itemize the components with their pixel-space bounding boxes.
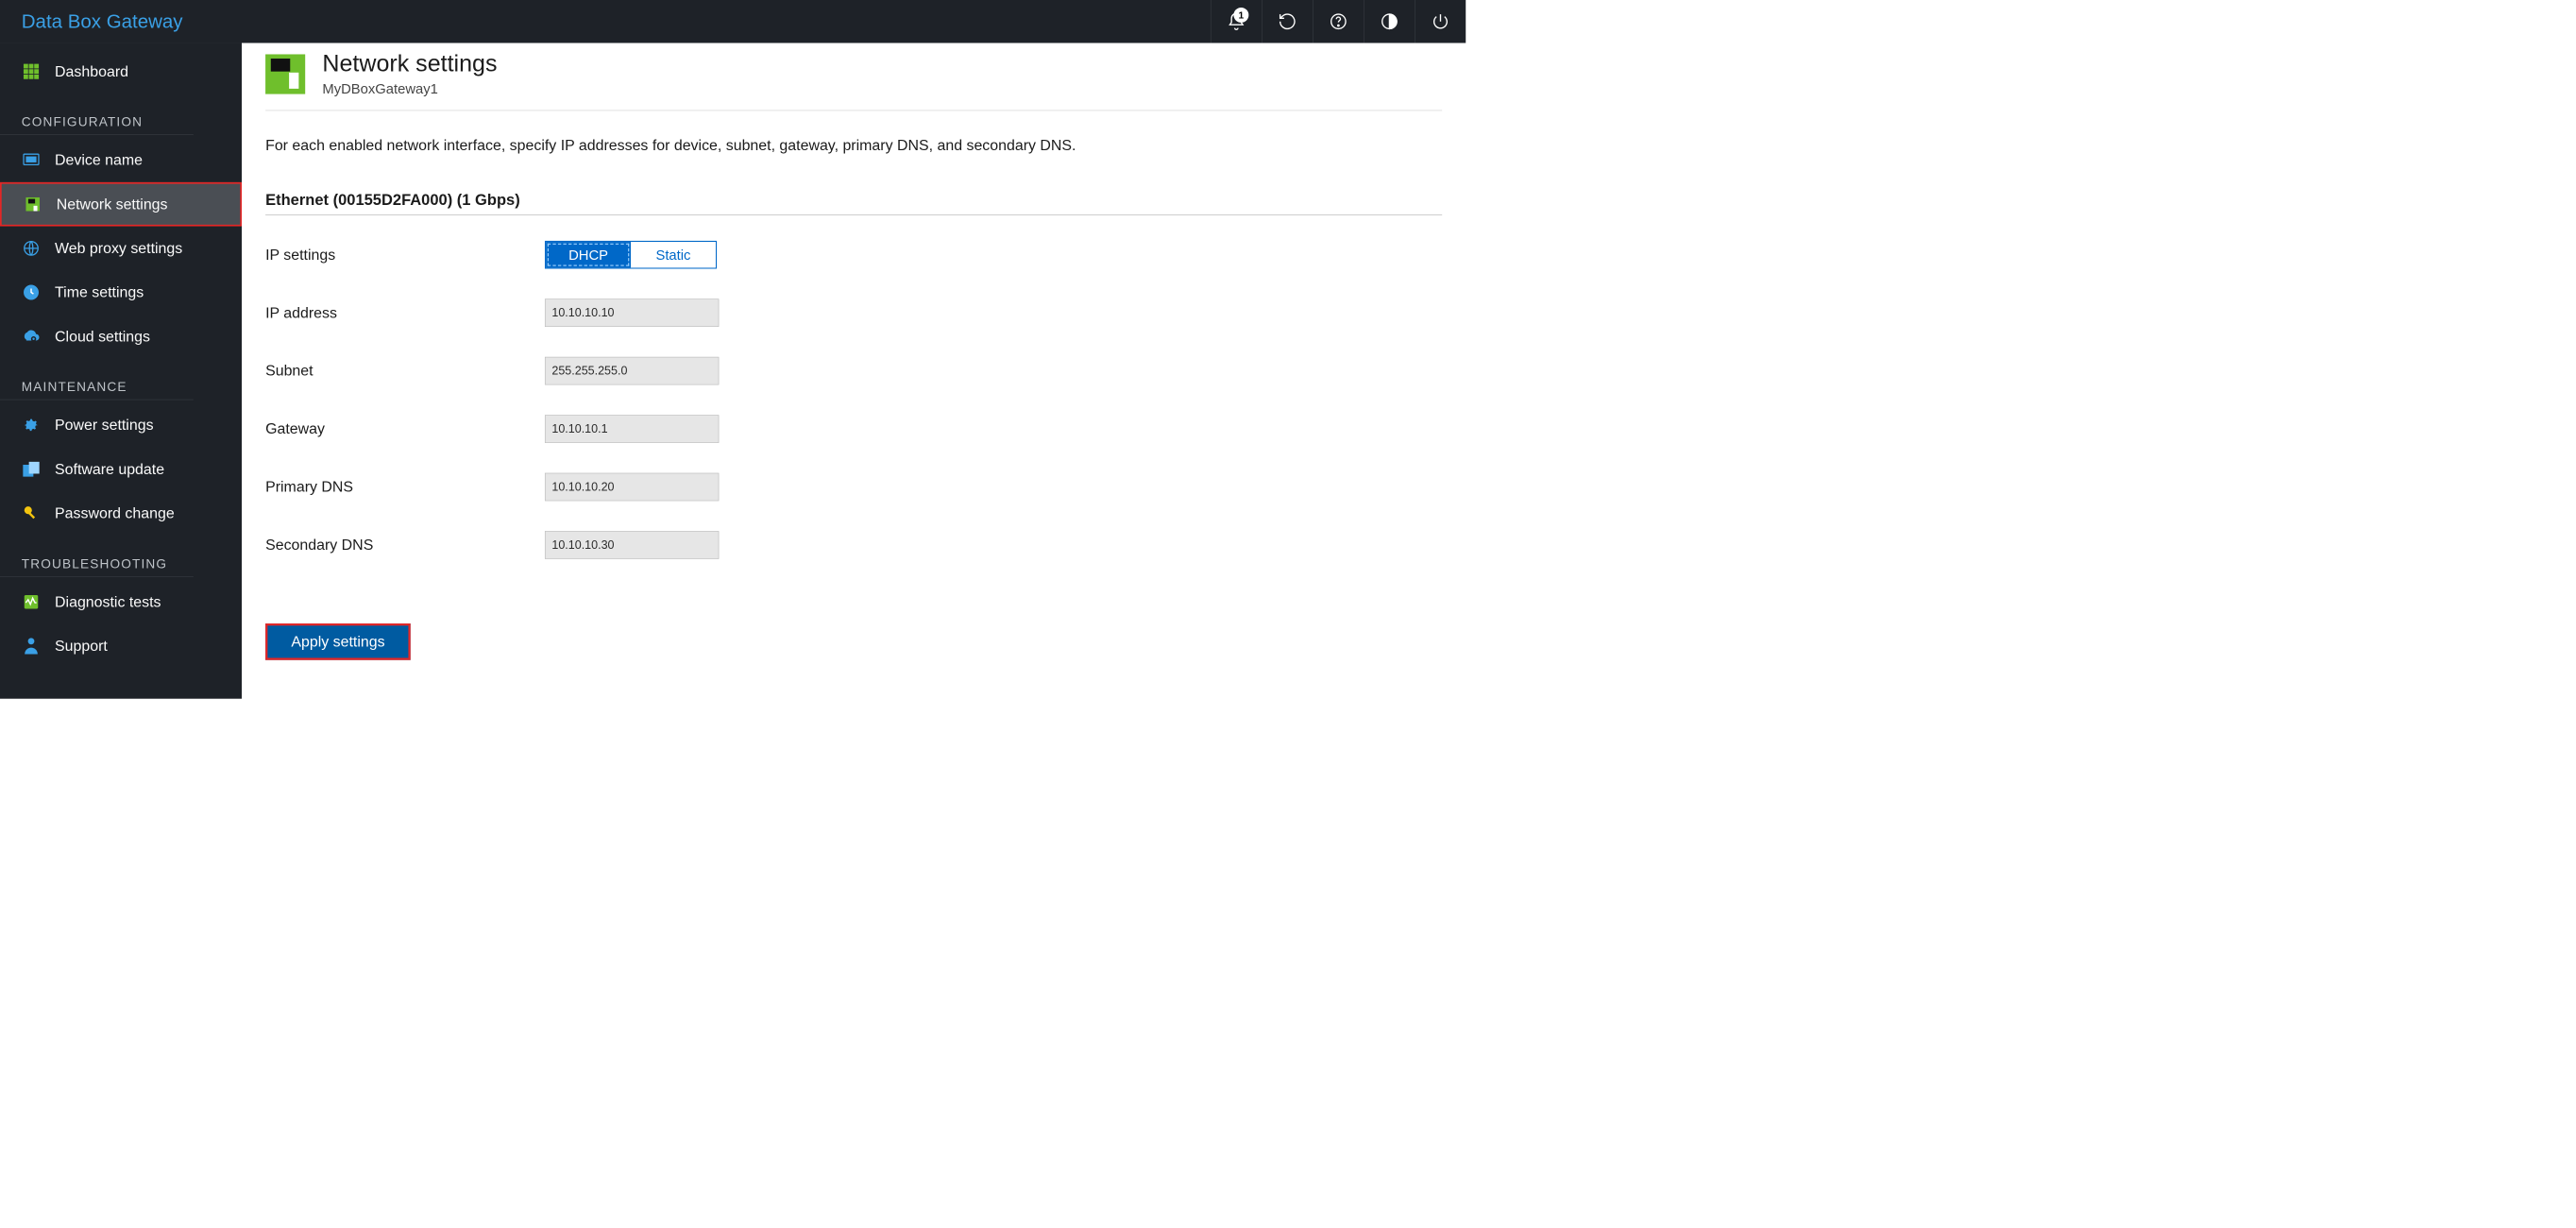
toggle-dhcp[interactable]: DHCP: [546, 242, 631, 267]
sidebar-item-label: Cloud settings: [55, 328, 150, 345]
interface-title: Ethernet (00155D2FA000) (1 Gbps): [265, 192, 1442, 215]
sidebar-item-diagnostic-tests[interactable]: Diagnostic tests: [0, 580, 242, 624]
globe-icon: [22, 239, 41, 258]
label-secondary-dns: Secondary DNS: [265, 537, 545, 554]
page-description: For each enabled network interface, spec…: [265, 137, 1442, 154]
contrast-button[interactable]: [1364, 0, 1415, 43]
label-gateway: Gateway: [265, 420, 545, 437]
top-bar: Data Box Gateway 1: [0, 0, 1466, 43]
help-button[interactable]: [1313, 0, 1364, 43]
sidebar-section-troubleshooting: TROUBLESHOOTING: [0, 536, 194, 577]
label-subnet: Subnet: [265, 363, 545, 380]
sidebar-item-label: Time settings: [55, 283, 144, 300]
dashboard-icon: [22, 61, 41, 80]
cloud-gear-icon: [22, 327, 41, 346]
row-ip-address: IP address 10.10.10.10: [265, 298, 1442, 327]
row-subnet: Subnet 255.255.255.0: [265, 357, 1442, 385]
label-ip-settings: IP settings: [265, 247, 545, 264]
row-primary-dns: Primary DNS 10.10.10.20: [265, 473, 1442, 502]
sidebar-item-time-settings[interactable]: Time settings: [0, 270, 242, 315]
support-icon: [22, 637, 41, 656]
sidebar-item-web-proxy[interactable]: Web proxy settings: [0, 227, 242, 271]
sidebar-item-label: Network settings: [57, 196, 168, 213]
input-gateway[interactable]: 10.10.10.1: [545, 415, 719, 443]
sidebar-item-label: Dashboard: [55, 63, 128, 80]
contrast-icon: [1380, 12, 1398, 31]
gear-icon: [22, 416, 41, 435]
sidebar-item-support[interactable]: Support: [0, 624, 242, 669]
ip-settings-toggle: DHCP Static: [545, 241, 717, 269]
page-header: Network settings MyDBoxGateway1: [265, 50, 1442, 111]
sidebar-item-label: Diagnostic tests: [55, 593, 161, 610]
update-icon: [22, 459, 41, 478]
apply-settings-button[interactable]: Apply settings: [265, 623, 411, 660]
sidebar-item-label: Support: [55, 638, 108, 655]
notification-badge: 1: [1233, 8, 1248, 23]
row-gateway: Gateway 10.10.10.1: [265, 415, 1442, 443]
device-icon: [22, 150, 41, 169]
refresh-button[interactable]: [1262, 0, 1313, 43]
sidebar: Dashboard CONFIGURATION Device name Netw…: [0, 43, 242, 699]
label-primary-dns: Primary DNS: [265, 478, 545, 495]
network-icon: [23, 195, 42, 213]
diagnostic-icon: [22, 592, 41, 611]
input-primary-dns[interactable]: 10.10.10.20: [545, 473, 719, 502]
sidebar-item-dashboard[interactable]: Dashboard: [0, 49, 242, 94]
sidebar-item-network-settings[interactable]: Network settings: [0, 182, 242, 227]
refresh-icon: [1278, 12, 1296, 31]
sidebar-item-device-name[interactable]: Device name: [0, 138, 242, 182]
sidebar-item-label: Web proxy settings: [55, 240, 182, 257]
sidebar-item-power-settings[interactable]: Power settings: [0, 403, 242, 448]
brand-title: Data Box Gateway: [22, 10, 183, 33]
page-subtitle: MyDBoxGateway1: [322, 80, 497, 97]
label-ip-address: IP address: [265, 304, 545, 321]
sidebar-item-label: Power settings: [55, 417, 153, 434]
row-ip-settings: IP settings DHCP Static: [265, 241, 1442, 269]
sidebar-section-configuration: CONFIGURATION: [0, 94, 194, 135]
main-content: Network settings MyDBoxGateway1 For each…: [242, 43, 1466, 699]
power-icon: [1431, 12, 1449, 31]
clock-icon: [22, 282, 41, 301]
sidebar-item-label: Password change: [55, 504, 175, 521]
sidebar-item-cloud-settings[interactable]: Cloud settings: [0, 315, 242, 359]
notifications-button[interactable]: 1: [1211, 0, 1262, 43]
sidebar-item-label: Device name: [55, 151, 143, 168]
input-secondary-dns[interactable]: 10.10.10.30: [545, 531, 719, 559]
sidebar-item-software-update[interactable]: Software update: [0, 447, 242, 491]
network-settings-icon: [265, 54, 305, 94]
sidebar-item-label: Software update: [55, 461, 164, 478]
page-title: Network settings: [322, 50, 497, 77]
sidebar-section-maintenance: MAINTENANCE: [0, 359, 194, 401]
key-icon: [22, 503, 41, 522]
topbar-actions: 1: [1211, 0, 1466, 43]
input-subnet[interactable]: 255.255.255.0: [545, 357, 719, 385]
sidebar-item-password-change[interactable]: Password change: [0, 491, 242, 536]
row-secondary-dns: Secondary DNS 10.10.10.30: [265, 531, 1442, 559]
input-ip-address[interactable]: 10.10.10.10: [545, 298, 719, 327]
toggle-static[interactable]: Static: [631, 242, 716, 267]
power-button[interactable]: [1415, 0, 1466, 43]
help-icon: [1329, 12, 1347, 31]
